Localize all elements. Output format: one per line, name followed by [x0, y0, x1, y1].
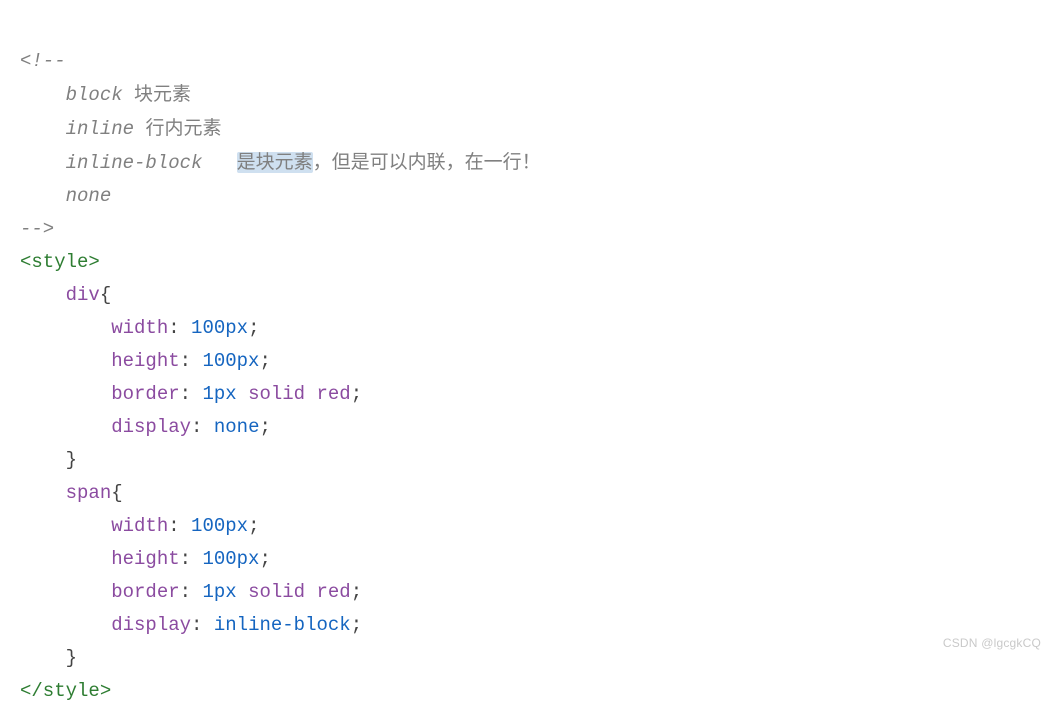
prop-width: width — [111, 317, 168, 339]
colon: : — [180, 581, 191, 603]
selector-div: div — [66, 284, 100, 306]
colon: : — [191, 416, 202, 438]
comment-key-inline: inline — [66, 118, 134, 140]
val-height: 100px — [202, 350, 259, 372]
brace-close: } — [66, 449, 77, 471]
watermark: CSDN @lgcgkCQ — [943, 627, 1041, 660]
colon: : — [191, 614, 202, 636]
comment-note-inline: 行内元素 — [145, 118, 221, 139]
prop-display: display — [111, 614, 191, 636]
comment-key-block: block — [66, 84, 123, 106]
brace-open: { — [111, 482, 122, 504]
comment-key-none: none — [66, 185, 112, 207]
prop-border: border — [111, 581, 179, 603]
selector-span: span — [66, 482, 112, 504]
comment-close: --> — [20, 218, 54, 240]
val-border-red: red — [317, 581, 351, 603]
semicolon: ; — [259, 548, 270, 570]
semicolon: ; — [351, 614, 362, 636]
comment-note-ib-highlight: 是块元素 — [237, 152, 313, 173]
val-width: 100px — [191, 317, 248, 339]
val-border-solid: solid — [248, 581, 305, 603]
semicolon: ; — [351, 383, 362, 405]
val-display-none: none — [214, 416, 260, 438]
semicolon: ; — [248, 515, 259, 537]
val-height: 100px — [202, 548, 259, 570]
val-border-size: 1px — [202, 383, 236, 405]
val-border-size: 1px — [202, 581, 236, 603]
colon: : — [180, 350, 191, 372]
brace-open: { — [100, 284, 111, 306]
colon: : — [168, 317, 179, 339]
prop-height: height — [111, 350, 179, 372]
semicolon: ; — [248, 317, 259, 339]
semicolon: ; — [259, 350, 270, 372]
prop-display: display — [111, 416, 191, 438]
colon: : — [180, 383, 191, 405]
val-display-inline-block: inline-block — [214, 614, 351, 636]
prop-border: border — [111, 383, 179, 405]
val-width: 100px — [191, 515, 248, 537]
colon: : — [168, 515, 179, 537]
comment-open: <!-- — [20, 50, 66, 72]
val-border-red: red — [317, 383, 351, 405]
colon: : — [180, 548, 191, 570]
semicolon: ; — [259, 416, 270, 438]
val-border-solid: solid — [248, 383, 305, 405]
comment-key-inline-block: inline-block — [66, 152, 203, 174]
style-close-tag: </style> — [20, 680, 111, 702]
comment-note-block: 块元素 — [134, 84, 191, 105]
code-block: <!-- block 块元素 inline 行内元素 inline-block … — [20, 12, 1049, 708]
semicolon: ; — [351, 581, 362, 603]
style-open-tag: <style> — [20, 251, 100, 273]
comment-note-ib-rest: ，但是可以内联，在一行！ — [313, 152, 541, 173]
prop-height: height — [111, 548, 179, 570]
prop-width: width — [111, 515, 168, 537]
